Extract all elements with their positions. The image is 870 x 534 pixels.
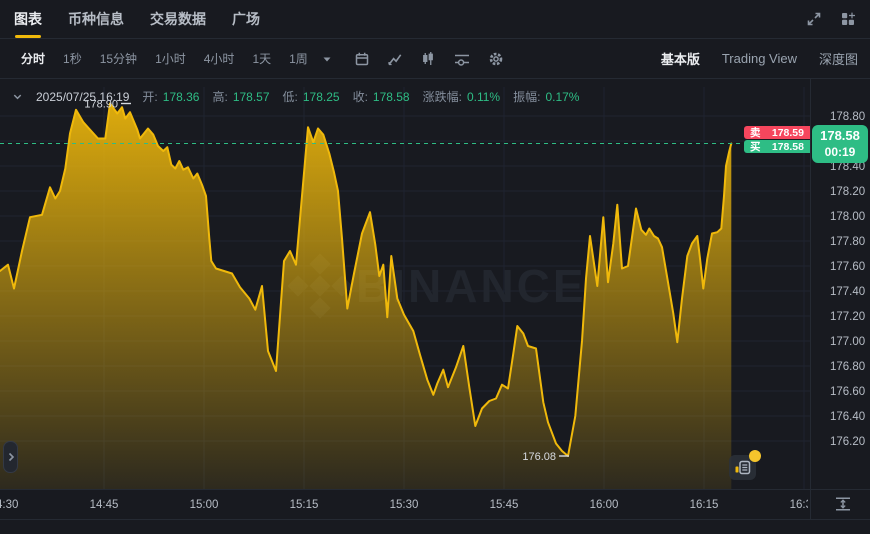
mode-depth[interactable]: 深度图 xyxy=(819,49,858,68)
y-tick: 178.20 xyxy=(830,186,865,198)
x-tick: 15:30 xyxy=(390,499,419,511)
x-tick: 14:30 xyxy=(0,499,18,511)
x-axis-labels[interactable]: 14:30 14:45 15:00 15:15 15:30 15:45 16:00 16:15… xyxy=(0,499,818,511)
topbar: 图表 币种信息 交易数据 广场 xyxy=(0,0,870,39)
candle-countdown: 00:19 xyxy=(825,145,856,160)
expand-icon[interactable] xyxy=(806,11,822,27)
x-tick: 16:15 xyxy=(690,499,719,511)
notification-dot xyxy=(749,450,761,462)
area-fill xyxy=(0,104,731,490)
y-tick: 177.60 xyxy=(830,261,865,273)
tab-trading-data[interactable]: 交易数据 xyxy=(150,0,206,38)
panel-expand-handle[interactable] xyxy=(3,441,18,473)
timeframe-15m[interactable]: 15分钟 xyxy=(91,50,146,67)
ask-badge: 卖178.59 xyxy=(744,126,810,139)
y-tick: 177.00 xyxy=(830,336,865,348)
ohlc-close: 收:178.58 xyxy=(353,88,410,105)
y-tick: 176.20 xyxy=(830,436,865,448)
x-tick: 16:30 xyxy=(790,499,819,511)
tab-chart[interactable]: 图表 xyxy=(14,0,42,38)
amplitude-percent: 振幅:0.17% xyxy=(513,88,579,105)
candle-datetime: 2025/07/25 16:19 xyxy=(36,90,129,104)
x-tick: 14:45 xyxy=(90,499,119,511)
y-tick: 177.40 xyxy=(830,286,865,298)
bid-ask-badges: 卖178.59 买178.58 xyxy=(744,126,810,154)
x-tick: 15:00 xyxy=(190,499,219,511)
main-tabs: 图表 币种信息 交易数据 广场 xyxy=(14,0,260,38)
last-price-badge: 178.58 00:19 xyxy=(812,125,868,163)
indicators-icon[interactable] xyxy=(453,51,471,67)
axis-scale-icon[interactable] xyxy=(833,494,853,514)
y-tick: 178.00 xyxy=(830,211,865,223)
x-tick: 15:15 xyxy=(290,499,319,511)
x-tick: 15:45 xyxy=(490,499,519,511)
mode-basic[interactable]: 基本版 xyxy=(661,49,700,68)
y-tick: 176.80 xyxy=(830,361,865,373)
svg-text:176.08: 176.08 xyxy=(522,451,556,463)
timeframe-fenshi[interactable]: 分时 xyxy=(12,50,54,67)
layout-grid-icon[interactable] xyxy=(840,11,856,27)
y-tick: 176.40 xyxy=(830,411,865,423)
settings-gear-icon[interactable] xyxy=(488,51,504,67)
timeframe-1s[interactable]: 1秒 xyxy=(54,50,91,67)
chevron-down-icon[interactable] xyxy=(321,53,333,65)
order-panel-toggle-button[interactable] xyxy=(729,455,756,480)
candlestick-icon[interactable] xyxy=(420,51,436,67)
line-chart-icon[interactable] xyxy=(387,51,403,67)
timeframe-1h[interactable]: 1小时 xyxy=(146,50,195,67)
y-tick: 177.20 xyxy=(830,311,865,323)
change-percent: 涨跌幅:0.11% xyxy=(423,88,500,105)
y-tick: 178.80 xyxy=(830,111,865,123)
timeframe-4h[interactable]: 4小时 xyxy=(195,50,244,67)
last-price: 178.58 xyxy=(820,128,860,144)
y-tick: 176.60 xyxy=(830,386,865,398)
x-tick: 16:00 xyxy=(590,499,619,511)
y-tick: 177.80 xyxy=(830,236,865,248)
ohlc-infobar: 2025/07/25 16:19 开:178.36 高:178.57 低:178… xyxy=(12,88,579,105)
ohlc-low: 低:178.25 xyxy=(283,88,340,105)
tab-square[interactable]: 广场 xyxy=(232,0,260,38)
mode-tradingview[interactable]: Trading View xyxy=(722,51,797,66)
ohlc-open: 开:178.36 xyxy=(142,88,199,105)
timeframe-1d[interactable]: 1天 xyxy=(243,50,280,67)
collapse-chevron-icon[interactable] xyxy=(12,91,23,102)
tab-coin-info[interactable]: 币种信息 xyxy=(68,0,124,38)
ohlc-high: 高:178.57 xyxy=(212,88,269,105)
calendar-icon[interactable] xyxy=(354,51,370,67)
chart-toolbar: 分时 1秒 15分钟 1小时 4小时 1天 1周 基本版 T xyxy=(0,39,870,79)
bid-badge: 买178.58 xyxy=(744,140,810,153)
chart-region: BINANCE178.90176.08178.80178.60178.40178… xyxy=(0,79,870,533)
timeframe-1w[interactable]: 1周 xyxy=(280,50,317,67)
